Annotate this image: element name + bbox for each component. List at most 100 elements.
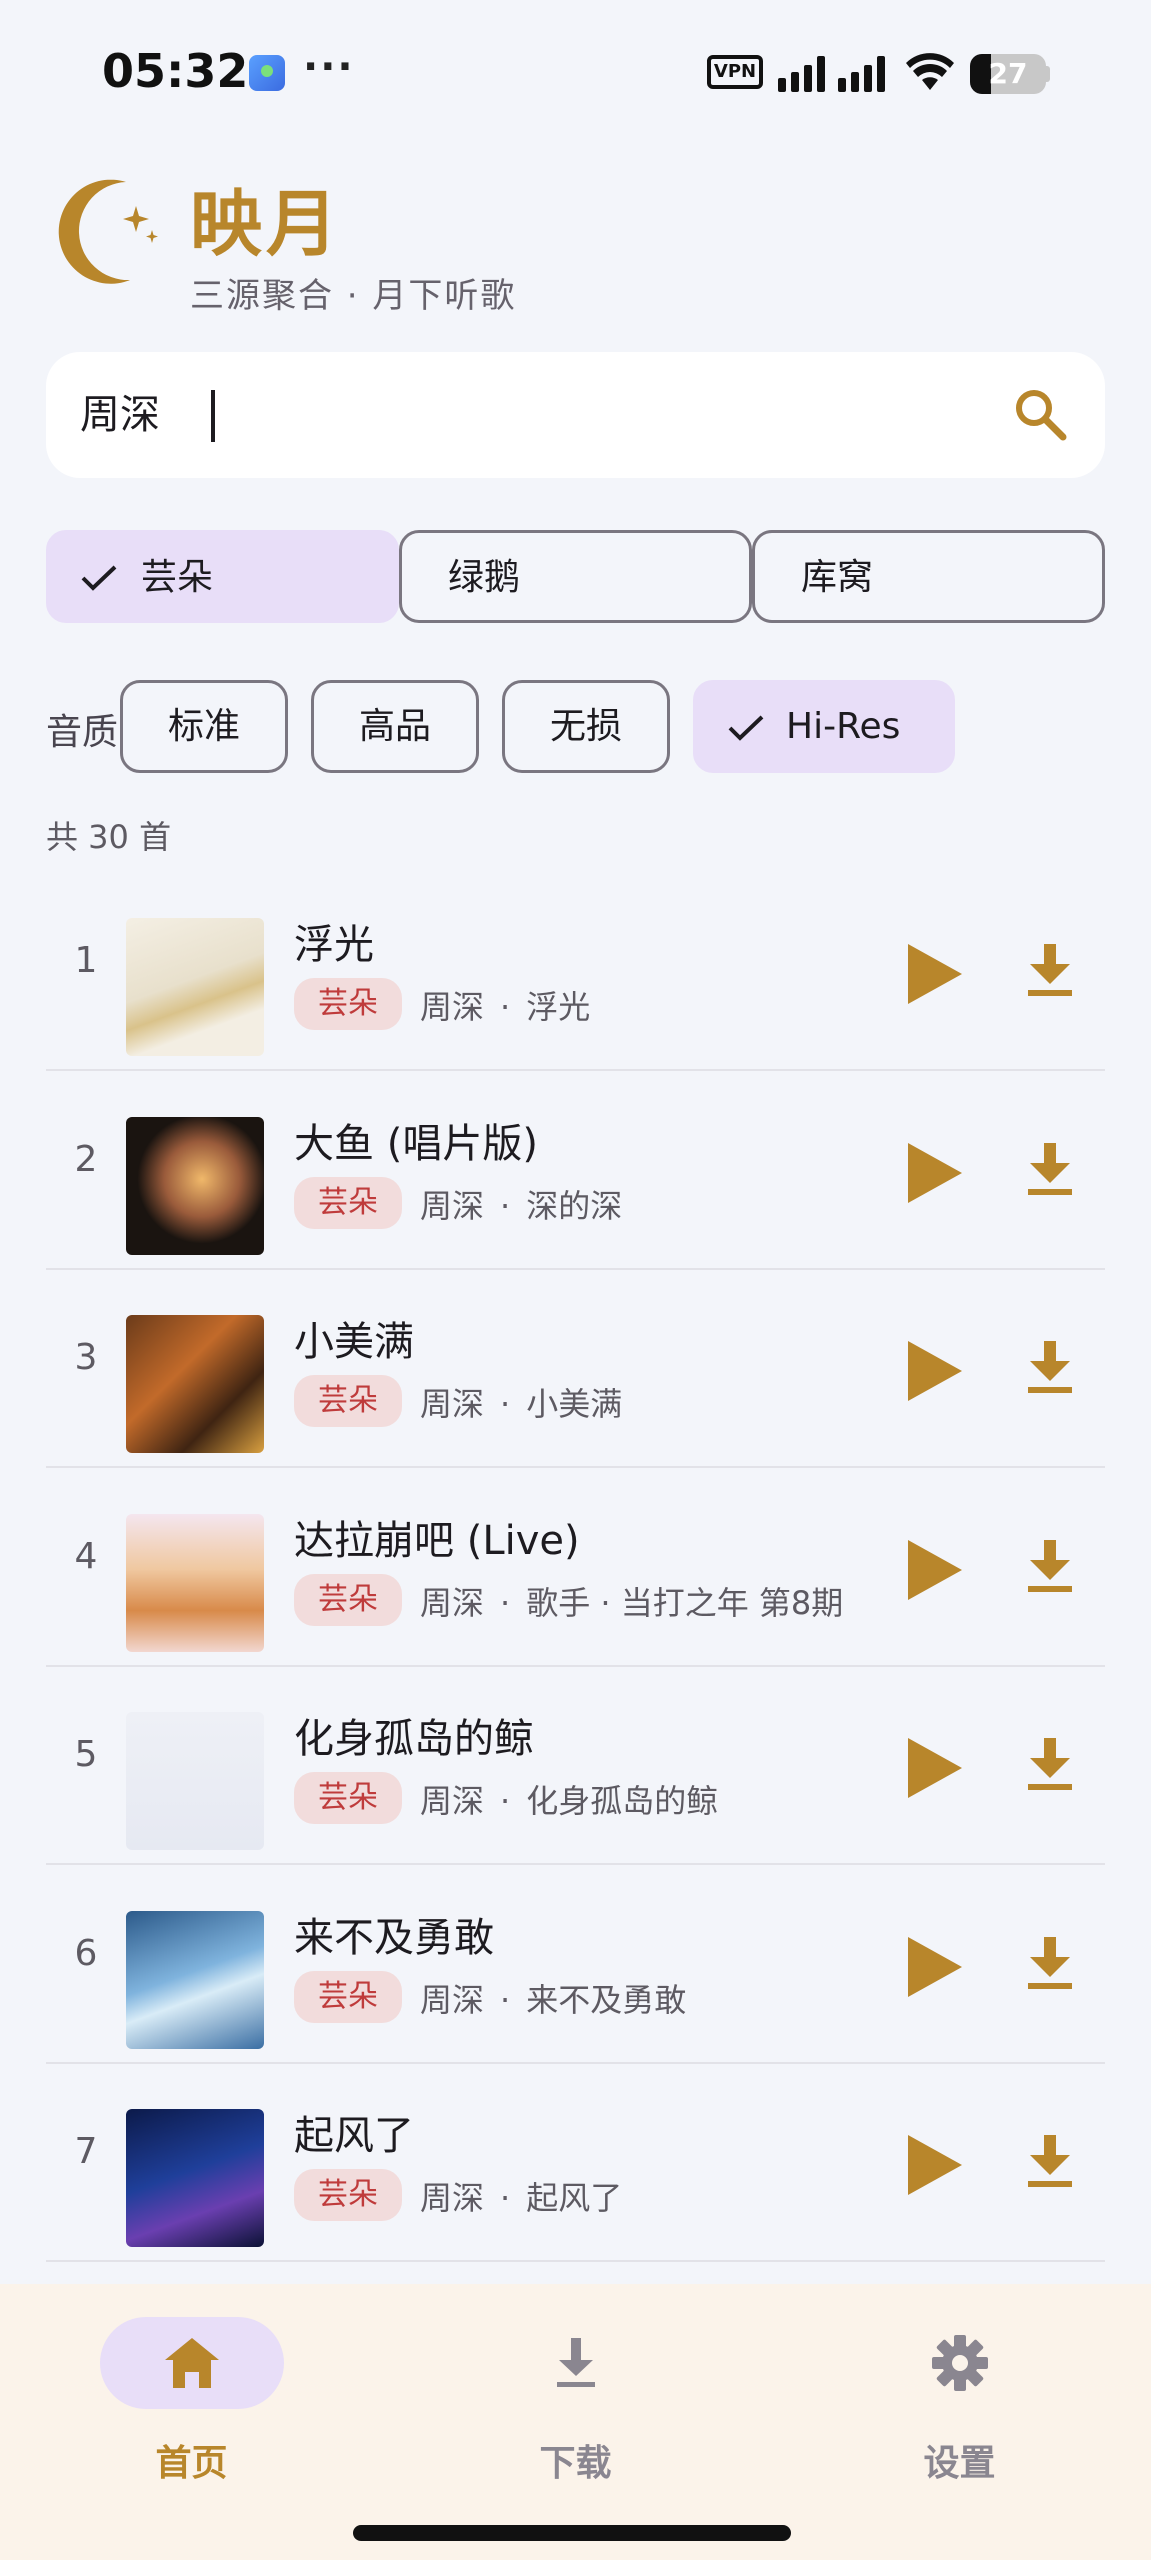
song-artist: 周深 — [420, 2179, 485, 2217]
app-notification-icon — [249, 55, 285, 91]
search-box[interactable]: 周深 — [46, 352, 1105, 478]
app-subtitle: 三源聚合 · 月下听歌 — [190, 276, 517, 316]
album-cover — [126, 1712, 264, 1850]
song-artist: 周深 — [420, 1782, 485, 1820]
song-album: 起风了 — [526, 2179, 623, 2217]
album-cover — [126, 2109, 264, 2247]
battery-icon: 27 — [970, 54, 1046, 94]
song-title: 小美满 — [294, 1319, 414, 1365]
vpn-icon: VPN — [707, 55, 763, 89]
meta-separator: · — [500, 1385, 511, 1423]
quality-label: 音质 — [46, 712, 119, 753]
battery-tip — [1044, 66, 1050, 82]
song-title: 来不及勇敢 — [294, 1914, 494, 1961]
song-artist: 周深 — [420, 988, 485, 1026]
source-badge: 芸朵 — [294, 1375, 402, 1427]
song-index: 5 — [74, 1734, 98, 1775]
play-icon[interactable] — [904, 1935, 964, 1999]
nav-item-1[interactable]: 首页 — [0, 2284, 383, 2524]
quality-chip-label: 标准 — [167, 706, 240, 747]
quality-chip-1[interactable]: 标准 — [120, 680, 288, 773]
source-chip-1[interactable]: 芸朵 — [46, 530, 399, 623]
meta-separator: · — [500, 1980, 511, 2019]
song-row[interactable]: 6 来不及勇敢 芸朵 周深 · 来不及勇敢 — [46, 1865, 1105, 2064]
check-icon — [81, 565, 117, 591]
meta-separator: · — [500, 988, 511, 1026]
quality-chip-4[interactable]: Hi-Res — [693, 680, 955, 773]
quality-chip-3[interactable]: 无损 — [502, 680, 670, 773]
song-index: 3 — [74, 1337, 98, 1378]
download-icon[interactable] — [1024, 942, 1076, 998]
album-cover — [126, 1116, 264, 1255]
download-icon[interactable] — [1024, 1141, 1076, 1197]
song-meta: 周深 · 化身孤岛的鲸 — [420, 1776, 718, 1822]
play-icon[interactable] — [904, 1538, 964, 1602]
song-album: 浮光 — [526, 988, 591, 1026]
download-icon[interactable] — [1024, 1339, 1076, 1395]
home-indicator[interactable] — [353, 2525, 791, 2541]
play-icon[interactable] — [904, 2133, 964, 2197]
song-index: 2 — [74, 1138, 98, 1180]
source-chip-3[interactable]: 库窝 — [752, 530, 1105, 623]
song-row[interactable]: 2 大鱼 (唱片版) 芸朵 周深 · 深的深 — [46, 1071, 1105, 1270]
play-icon[interactable] — [904, 1339, 964, 1403]
download-icon[interactable] — [1024, 1538, 1076, 1594]
album-cover — [126, 1910, 264, 2049]
song-title: 浮光 — [294, 922, 374, 968]
source-badge: 芸朵 — [294, 1176, 402, 1229]
song-index: 4 — [74, 1535, 98, 1577]
nav-label: 设置 — [923, 2443, 996, 2484]
play-icon[interactable] — [904, 1141, 964, 1205]
signal-icon — [778, 56, 885, 92]
song-row[interactable]: 1 浮光 芸朵 周深 · 浮光 — [46, 872, 1105, 1071]
battery-level: 27 — [988, 57, 1028, 90]
home-icon — [165, 2338, 219, 2388]
source-badge: 芸朵 — [294, 2169, 402, 2221]
song-album: 小美满 — [526, 1385, 623, 1423]
song-row[interactable]: 5 化身孤岛的鲸 芸朵 周深 · 化身孤岛的鲸 — [46, 1666, 1105, 1865]
song-row[interactable]: 7 起风了 芸朵 周深 · 起风了 — [46, 2063, 1105, 2262]
song-artist: 周深 — [420, 1385, 485, 1423]
search-icon[interactable] — [1010, 384, 1070, 444]
song-index: 7 — [74, 2131, 98, 2172]
quality-chip-2[interactable]: 高品 — [311, 680, 479, 773]
play-icon[interactable] — [904, 1736, 964, 1800]
album-cover — [126, 1513, 264, 1652]
check-icon — [728, 715, 764, 741]
search-input[interactable]: 周深 — [80, 382, 160, 448]
meta-separator: · — [500, 1583, 511, 1622]
source-chip-label: 库窝 — [801, 557, 874, 598]
source-chip-label: 绿鹅 — [448, 557, 521, 598]
source-chip-2[interactable]: 绿鹅 — [399, 530, 752, 623]
source-badge: 芸朵 — [294, 1772, 402, 1824]
meta-separator: · — [500, 1782, 511, 1820]
song-album: 来不及勇敢 — [526, 1980, 687, 2019]
bottom-navigation: 首页 下载 设置 — [0, 2284, 1151, 2560]
nav-item-3[interactable]: 设置 — [768, 2284, 1151, 2524]
quality-chip-label: 高品 — [358, 706, 431, 747]
quality-chip-label: 无损 — [549, 706, 622, 747]
song-title: 达拉崩吧 (Live) — [294, 1517, 580, 1564]
song-row[interactable]: 4 达拉崩吧 (Live) 芸朵 周深 · 歌手 · 当打之年 第8期 — [46, 1468, 1105, 1667]
song-meta: 周深 · 深的深 — [420, 1181, 622, 1227]
app-title: 映月 — [190, 182, 343, 266]
download-icon[interactable] — [1024, 1736, 1076, 1792]
nav-item-2[interactable]: 下载 — [384, 2284, 767, 2524]
moon-logo-icon — [58, 179, 158, 284]
meta-separator: · — [500, 2179, 511, 2217]
download-icon[interactable] — [1024, 1935, 1076, 1991]
song-meta: 周深 · 歌手 · 当打之年 第8期 — [420, 1578, 843, 1624]
song-album: 深的深 — [526, 1186, 623, 1225]
song-artist: 周深 — [420, 1186, 485, 1225]
play-icon[interactable] — [904, 942, 964, 1006]
download-icon — [557, 2338, 595, 2387]
nav-label: 下载 — [539, 2443, 612, 2484]
song-row[interactable]: 3 小美满 芸朵 周深 · 小美满 — [46, 1269, 1105, 1468]
quality-chip-label: Hi-Res — [786, 706, 901, 747]
text-caret — [211, 390, 215, 442]
download-icon[interactable] — [1024, 2133, 1076, 2189]
gear-icon — [932, 2335, 988, 2391]
source-badge: 芸朵 — [294, 978, 402, 1030]
wifi-icon — [906, 53, 954, 90]
song-album: 歌手 · 当打之年 第8期 — [526, 1583, 844, 1622]
